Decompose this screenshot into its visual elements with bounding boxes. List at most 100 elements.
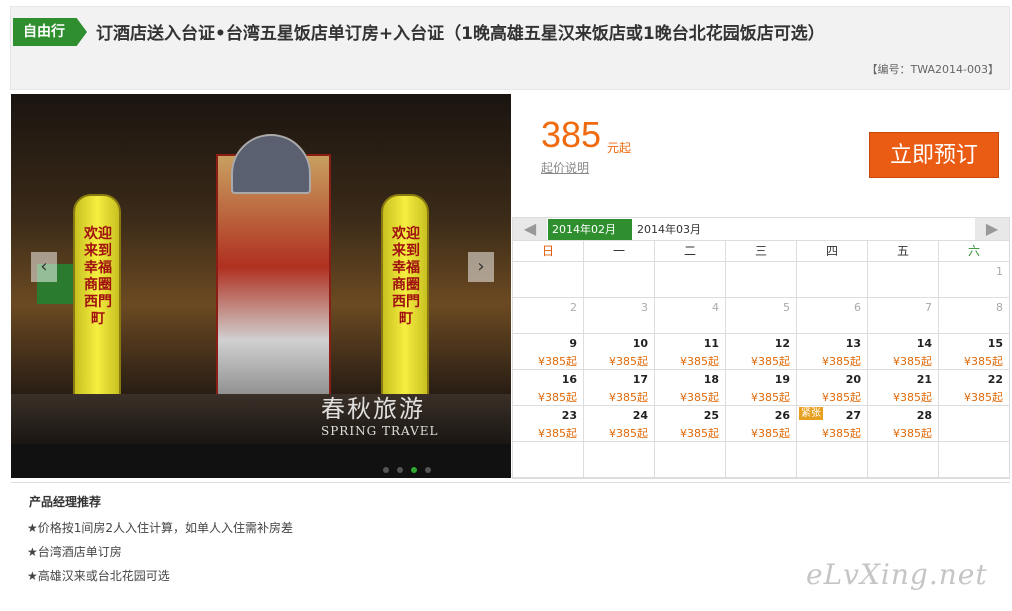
day-number: 27: [845, 409, 861, 422]
calendar-day-cell[interactable]: 19 ¥385起: [726, 370, 797, 405]
day-number: 7: [925, 301, 932, 314]
calendar-day-cell[interactable]: 17 ¥385起: [584, 370, 655, 405]
tab-month-2[interactable]: 2014年03月: [633, 219, 705, 240]
day-price: ¥385起: [609, 355, 648, 368]
pillar-left: 欢迎来到幸福商圈 西門町: [73, 194, 121, 424]
calendar-day-cell[interactable]: 28 ¥385起: [868, 406, 939, 441]
carousel-prev-button[interactable]: ‹: [31, 252, 57, 282]
book-now-button[interactable]: 立即预订: [869, 132, 999, 178]
day-number: 28: [916, 409, 932, 422]
calendar-day-cell: 5: [726, 298, 797, 333]
weekday-label: 一: [584, 241, 655, 261]
calendar-day-cell[interactable]: 13 ¥385起: [797, 334, 868, 369]
calendar-day-cell: [797, 262, 868, 297]
calendar-day-cell: [584, 262, 655, 297]
weekday-label: 三: [726, 241, 797, 261]
calendar-day-cell[interactable]: 11 ¥385起: [655, 334, 726, 369]
day-number: 9: [569, 337, 577, 350]
day-number: 8: [996, 301, 1003, 314]
day-number: 18: [703, 373, 719, 386]
departure-calendar: ◀ 2014年02月 2014年03月 ▶ 日一二三四五六 1 2 3 4 5 6 7 8 9 ¥3…: [512, 217, 1010, 479]
day-price: ¥385起: [893, 427, 932, 440]
calendar-day-cell[interactable]: 18 ¥385起: [655, 370, 726, 405]
day-price: ¥385起: [751, 391, 790, 404]
day-number: 6: [854, 301, 861, 314]
calendar-day-cell: 2: [513, 298, 584, 333]
calendar-day-cell: [939, 406, 1009, 441]
day-number: 23: [561, 409, 577, 422]
day-price: ¥385起: [964, 355, 1003, 368]
tab-month-1[interactable]: 2014年02月: [548, 219, 632, 240]
calendar-day-cell[interactable]: 26 ¥385起: [726, 406, 797, 441]
calendar-nav: ◀ 2014年02月 2014年03月 ▶: [513, 218, 1009, 241]
carousel-dot[interactable]: [411, 467, 417, 473]
day-price: ¥385起: [609, 427, 648, 440]
price-unit: 元起: [607, 141, 632, 155]
carousel-image: 欢迎来到幸福商圈 西門町 欢迎来到幸福商圈 西門町 春秋旅游 SPRING TR…: [11, 94, 511, 444]
recommend-item: ★高雄汉来或台北花园可选: [27, 569, 170, 583]
calendar-week-row: 1: [513, 262, 1009, 298]
calendar-day-cell[interactable]: 23 ¥385起: [513, 406, 584, 441]
calendar-prev-icon[interactable]: ◀: [513, 218, 547, 240]
day-number: 12: [774, 337, 790, 350]
calendar-day-cell: 4: [655, 298, 726, 333]
calendar-day-cell: [726, 262, 797, 297]
day-price: ¥385起: [893, 355, 932, 368]
price-note-link[interactable]: 起价说明: [541, 159, 589, 176]
calendar-day-cell[interactable]: 12 ¥385起: [726, 334, 797, 369]
calendar-day-cell: 3: [584, 298, 655, 333]
calendar-grid: 日一二三四五六 1 2 3 4 5 6 7 8 9 ¥385起 10 ¥385起 11 ¥385起 12 ¥38…: [513, 241, 1009, 478]
day-price: ¥385起: [822, 391, 861, 404]
carousel-dot[interactable]: [425, 467, 431, 473]
day-number: 19: [774, 373, 790, 386]
day-price: ¥385起: [538, 427, 577, 440]
calendar-day-cell: 7: [868, 298, 939, 333]
recommend-item: ★台湾酒店单订房: [27, 545, 122, 559]
weekday-header: 日一二三四五 六: [513, 241, 1009, 262]
day-number: 21: [916, 373, 932, 386]
calendar-day-cell[interactable]: 24 ¥385起: [584, 406, 655, 441]
calendar-week-row: 2 3 4 5 6 7 8: [513, 298, 1009, 334]
carousel-dot[interactable]: [397, 467, 403, 473]
calendar-day-cell[interactable]: 16 ¥385起: [513, 370, 584, 405]
site-watermark: eLvXing.net: [806, 558, 988, 591]
recommend-item: ★价格按1间房2人入住计算，如单人入住需补房差: [27, 521, 294, 535]
day-price: ¥385起: [680, 391, 719, 404]
photo-carousel: 欢迎来到幸福商圈 西門町 欢迎来到幸福商圈 西門町 春秋旅游 SPRING TR…: [11, 94, 511, 478]
calendar-day-cell: [797, 442, 868, 477]
calendar-day-cell[interactable]: 21 ¥385起: [868, 370, 939, 405]
calendar-day-cell[interactable]: 9 ¥385起: [513, 334, 584, 369]
carousel-next-button[interactable]: ›: [468, 252, 494, 282]
calendar-week-row: 23 ¥385起 24 ¥385起 25 ¥385起 26 ¥385起 27 紧张 ¥385起 28 ¥…: [513, 406, 1009, 442]
calendar-week-row: 16 ¥385起 17 ¥385起 18 ¥385起 19 ¥385起 20 ¥385起 21 ¥38…: [513, 370, 1009, 406]
weekday-label: 六: [967, 244, 980, 258]
calendar-day-cell[interactable]: 10 ¥385起: [584, 334, 655, 369]
carousel-indicators: [383, 458, 439, 477]
calendar-day-cell[interactable]: 27 紧张 ¥385起: [797, 406, 868, 441]
day-number: 4: [712, 301, 719, 314]
day-number: 11: [703, 337, 719, 350]
carousel-dot[interactable]: [383, 467, 389, 473]
price-amount: 385: [541, 114, 602, 155]
calendar-next-icon[interactable]: ▶: [975, 218, 1009, 240]
day-number: 25: [703, 409, 719, 422]
calendar-day-cell[interactable]: 15 ¥385起: [939, 334, 1009, 369]
day-price: ¥385起: [964, 391, 1003, 404]
day-price: ¥385起: [609, 391, 648, 404]
calendar-day-cell[interactable]: 14 ¥385起: [868, 334, 939, 369]
day-number: 24: [632, 409, 648, 422]
day-price: ¥385起: [751, 427, 790, 440]
calendar-day-cell: 1: [939, 262, 1009, 297]
calendar-day-cell[interactable]: 22 ¥385起: [939, 370, 1009, 405]
day-number: 13: [845, 337, 861, 350]
day-price: ¥385起: [538, 355, 577, 368]
weekday-label: 二: [655, 241, 726, 261]
day-number: 22: [987, 373, 1003, 386]
calendar-day-cell[interactable]: 20 ¥385起: [797, 370, 868, 405]
availability-badge: 紧张: [799, 407, 823, 420]
calendar-day-cell[interactable]: 25 ¥385起: [655, 406, 726, 441]
day-number: 5: [783, 301, 790, 314]
photo-watermark: 春秋旅游 SPRING TRAVEL: [321, 389, 438, 438]
day-number: 14: [916, 337, 932, 350]
calendar-day-cell: [726, 442, 797, 477]
